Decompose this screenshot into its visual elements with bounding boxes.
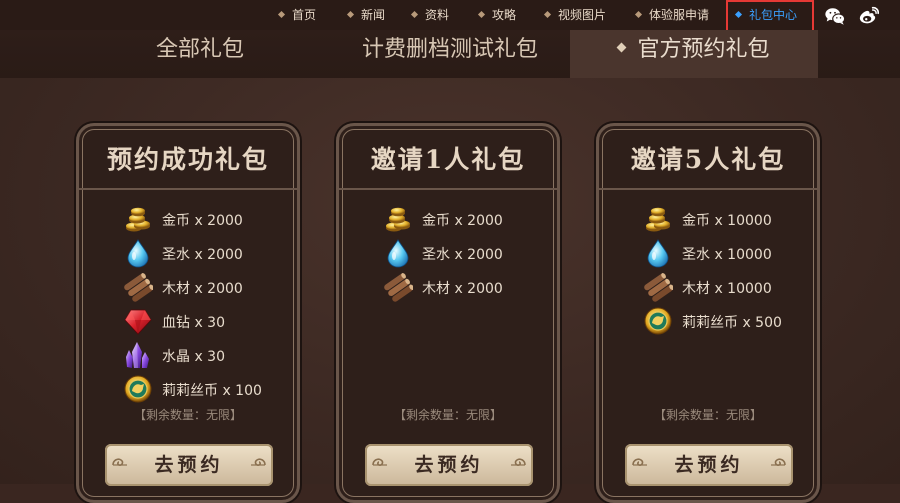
- divider: [339, 188, 557, 190]
- ornament-icon: [769, 456, 787, 474]
- bullet-icon: [277, 10, 286, 19]
- wood-icon: [123, 272, 153, 302]
- reward-list: 金币 x 10000 圣水 x 10000 木材 x 10000 莉莉丝币 x …: [643, 202, 813, 338]
- reward-item: 木材 x 2000: [383, 270, 553, 304]
- tab-test-gifts[interactable]: 计费删档测试礼包: [340, 30, 560, 78]
- gift-card-reservation-success: 预约成功礼包 金币 x 2000 圣水 x 2000 木材 x 2000 血钻 …: [76, 123, 300, 503]
- card-title: 预约成功礼包: [106, 145, 269, 174]
- wechat-icon[interactable]: [824, 5, 846, 27]
- reward-list: 金币 x 2000 圣水 x 2000 木材 x 2000 血钻 x 30 水晶…: [123, 202, 293, 406]
- reward-item: 水晶 x 30: [123, 338, 293, 372]
- reward-item: 金币 x 2000: [383, 202, 553, 236]
- remaining-quantity: 【剩余数量：无限】: [133, 408, 242, 422]
- ornament-icon: [249, 456, 267, 474]
- bullet-icon: [634, 10, 643, 19]
- nav-item-video[interactable]: 视频图片: [543, 0, 606, 30]
- reserve-button[interactable]: 去预约: [105, 444, 273, 486]
- divider: [599, 188, 817, 190]
- nav-item-home[interactable]: 首页: [277, 0, 316, 30]
- top-nav: 首页 新闻 资料 攻略 视频图片 体验服申请 礼包中心: [0, 0, 900, 33]
- reward-item: 莉莉丝币 x 500: [643, 304, 813, 338]
- reward-item: 木材 x 10000: [643, 270, 813, 304]
- card-title: 邀请5人礼包: [630, 145, 786, 174]
- tab-all-gifts[interactable]: 全部礼包: [130, 30, 270, 78]
- nav-item-guide[interactable]: 攻略: [477, 0, 516, 30]
- weibo-icon[interactable]: [858, 5, 880, 27]
- reward-item: 金币 x 10000: [643, 202, 813, 236]
- crystal-icon: [123, 340, 153, 370]
- card-title: 邀请1人礼包: [370, 145, 526, 174]
- divider: [79, 188, 297, 190]
- nav-item-news[interactable]: 新闻: [346, 0, 385, 30]
- nav-item-data[interactable]: 资料: [410, 0, 449, 30]
- reward-item: 血钻 x 30: [123, 304, 293, 338]
- reward-item: 圣水 x 10000: [643, 236, 813, 270]
- lily-coin-icon: [643, 306, 673, 336]
- reward-item: 圣水 x 2000: [383, 236, 553, 270]
- bullet-icon: [346, 10, 355, 19]
- bullet-icon: [477, 10, 486, 19]
- reserve-button[interactable]: 去预约: [625, 444, 793, 486]
- wood-icon: [643, 272, 673, 302]
- gold-coins-icon: [643, 204, 673, 234]
- reward-list: 金币 x 2000 圣水 x 2000 木材 x 2000: [383, 202, 553, 304]
- holy-water-icon: [123, 238, 153, 268]
- remaining-quantity: 【剩余数量：无限】: [393, 408, 502, 422]
- ornament-icon: [509, 456, 527, 474]
- reward-item: 木材 x 2000: [123, 270, 293, 304]
- diamond-icon: [617, 42, 627, 52]
- reward-item: 圣水 x 2000: [123, 236, 293, 270]
- nav-item-test-server[interactable]: 体验服申请: [634, 0, 709, 30]
- reward-item: 莉莉丝币 x 100: [123, 372, 293, 406]
- gift-card-invite-5: 邀请5人礼包 金币 x 10000 圣水 x 10000 木材 x 10000 …: [596, 123, 820, 503]
- gold-coins-icon: [383, 204, 413, 234]
- highlight-box: [726, 0, 814, 33]
- ornament-icon: [111, 456, 129, 474]
- ornament-icon: [371, 456, 389, 474]
- ornament-icon: [631, 456, 649, 474]
- holy-water-icon: [643, 238, 673, 268]
- bullet-icon: [410, 10, 419, 19]
- gold-coins-icon: [123, 204, 153, 234]
- blood-diamond-icon: [123, 306, 153, 336]
- remaining-quantity: 【剩余数量：无限】: [653, 408, 762, 422]
- bullet-icon: [543, 10, 552, 19]
- wood-icon: [383, 272, 413, 302]
- gift-card-invite-1: 邀请1人礼包 金币 x 2000 圣水 x 2000 木材 x 2000 【剩余…: [336, 123, 560, 503]
- lily-coin-icon: [123, 374, 153, 404]
- reward-item: 金币 x 2000: [123, 202, 293, 236]
- holy-water-icon: [383, 238, 413, 268]
- reserve-button[interactable]: 去预约: [365, 444, 533, 486]
- tab-reservation-gifts[interactable]: 官方预约礼包: [570, 30, 818, 78]
